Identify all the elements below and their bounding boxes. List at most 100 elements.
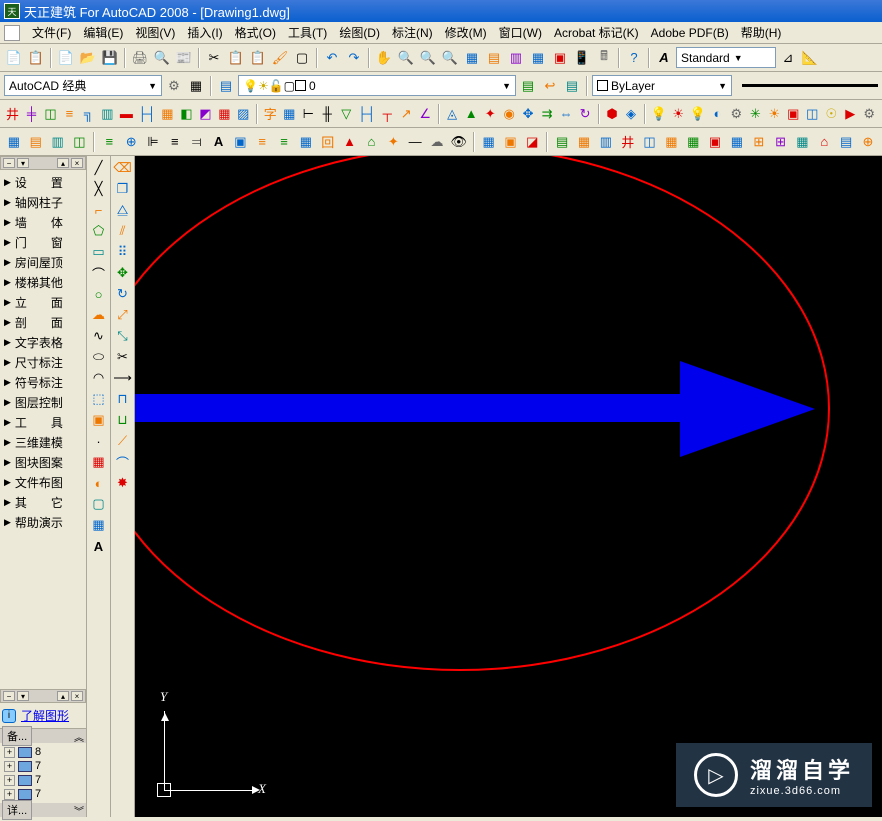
sun-icon[interactable]: ☀ [670, 104, 687, 124]
layer-state-icon[interactable]: ▤ [518, 76, 538, 96]
join-tool-icon[interactable]: ⊔ [113, 410, 133, 430]
polygon-tool-icon[interactable]: ⬠ [89, 221, 109, 241]
camera-icon[interactable]: ▣ [785, 104, 802, 124]
lib8-icon[interactable]: ▣ [705, 132, 725, 152]
sidebar-item-text[interactable]: ▶文字表格 [2, 332, 84, 352]
ellipse-arc-tool-icon[interactable]: ◠ [89, 368, 109, 388]
settings-icon[interactable]: ⚙ [861, 104, 878, 124]
rotate-icon[interactable]: ↻ [577, 104, 594, 124]
stairs-icon[interactable]: ▦ [159, 104, 176, 124]
render-icon[interactable]: ☀ [766, 104, 783, 124]
move-icon[interactable]: ✥ [520, 104, 537, 124]
frame-icon[interactable]: ▣ [230, 132, 250, 152]
dimcont-icon[interactable]: ╫ [319, 104, 336, 124]
dimv-icon[interactable]: ┬ [379, 104, 396, 124]
new-icon[interactable]: 📄 [56, 48, 76, 68]
lib1-icon[interactable]: ▤ [552, 132, 572, 152]
align-c-icon[interactable]: ≡ [165, 132, 185, 152]
sidebar-minimize-icon[interactable]: − [3, 158, 15, 168]
fillet-tool-icon[interactable]: ⌒ [113, 452, 133, 472]
dim-icon[interactable]: ├┤ [137, 104, 157, 124]
sidebar2-minimize-icon[interactable]: − [3, 691, 15, 701]
block-icon[interactable]: ▢ [292, 48, 312, 68]
zoom-rt-icon[interactable]: 🔍 [396, 48, 416, 68]
elev2-icon[interactable]: ⌂ [362, 132, 382, 152]
fly-icon[interactable]: ☉ [823, 104, 840, 124]
tool-palette-icon[interactable]: ▥ [506, 48, 526, 68]
layer-prev-icon[interactable]: ↩ [540, 76, 560, 96]
workspace-save-icon[interactable]: ▦ [186, 76, 206, 96]
menu-help[interactable]: 帮助(H) [735, 22, 788, 43]
quickcalc-icon[interactable]: 📱 [572, 48, 592, 68]
revcloud-tool-icon[interactable]: ☁ [89, 305, 109, 325]
xline-tool-icon[interactable]: ╳ [89, 179, 109, 199]
balcony-icon[interactable]: ◧ [178, 104, 195, 124]
column-icon[interactable]: ◫ [42, 104, 59, 124]
line-tool-icon[interactable]: ╱ [89, 158, 109, 178]
layout4-icon[interactable]: ◫ [70, 132, 90, 152]
circle-tool-icon[interactable]: ○ [89, 284, 109, 304]
properties-icon[interactable]: ▦ [462, 48, 482, 68]
section-icon[interactable]: ✦ [482, 104, 499, 124]
sidebar-item-elevation[interactable]: ▶立 面 [2, 292, 84, 312]
erase-tool-icon[interactable]: ⌫ [113, 158, 133, 178]
menu-view[interactable]: 视图(V) [129, 22, 181, 43]
zoom-win-icon[interactable]: 🔍 [418, 48, 438, 68]
preview-icon[interactable]: 🔍 [152, 48, 172, 68]
extend-tool-icon[interactable]: ⟶ [113, 368, 133, 388]
sidebar-item-3d[interactable]: ▶三维建模 [2, 432, 84, 452]
door-icon[interactable]: ╗ [80, 104, 97, 124]
spotlight-icon[interactable]: ◐ [709, 104, 726, 124]
pdf-icon[interactable]: 📄 [4, 48, 24, 68]
cloud-icon[interactable]: ☁ [427, 132, 447, 152]
menu-acrobat[interactable]: Acrobat 标记(K) [548, 22, 645, 43]
light-icon[interactable]: 💡 [650, 104, 668, 124]
ellipse-tool-icon[interactable]: ⬭ [89, 347, 109, 367]
line-icon[interactable]: — [405, 132, 425, 152]
explode-tool-icon[interactable]: ✸ [113, 473, 133, 493]
chamfer-tool-icon[interactable]: ⟋ [113, 431, 133, 451]
sidebar-item-file[interactable]: ▶文件布图 [2, 472, 84, 492]
backup-tab[interactable]: 备... [2, 726, 32, 746]
sidebar2-close-icon[interactable]: × [71, 691, 83, 701]
layer-props-icon[interactable]: ▤ [216, 76, 236, 96]
make-block-tool-icon[interactable]: ▣ [89, 410, 109, 430]
lib5-icon[interactable]: ◫ [640, 132, 660, 152]
hatch-icon[interactable]: ▨ [235, 104, 252, 124]
sidebar-item-settings[interactable]: ▶设 置 [2, 172, 84, 192]
scale-icon[interactable]: ▦ [296, 132, 316, 152]
hatch-tool-icon[interactable]: ▦ [89, 452, 109, 472]
menu-dimension[interactable]: 标注(N) [386, 22, 439, 43]
sidebar-item-dim[interactable]: ▶尺寸标注 [2, 352, 84, 372]
mirror-icon[interactable]: ⇔ [558, 104, 575, 124]
wall-icon[interactable]: ≡ [61, 104, 78, 124]
mirror-tool-icon[interactable]: ⧋ [113, 200, 133, 220]
dimstyle-icon[interactable]: 📐 [800, 48, 820, 68]
sidebar-item-section[interactable]: ▶剖 面 [2, 312, 84, 332]
align-l-icon[interactable]: ⊫ [143, 132, 163, 152]
sidebar-item-help[interactable]: ▶帮助演示 [2, 512, 84, 532]
copy-tz-icon[interactable]: ⇉ [539, 104, 556, 124]
menu-edit[interactable]: 编辑(E) [77, 22, 129, 43]
redo-icon[interactable]: ↷ [344, 48, 364, 68]
pline-tool-icon[interactable]: ⌐ [89, 200, 109, 220]
menu-file[interactable]: 文件(F) [26, 22, 77, 43]
scale2-icon[interactable]: 回 [318, 132, 338, 152]
offset-tool-icon[interactable]: ⫽ [113, 221, 133, 241]
lib4-icon[interactable]: 井 [618, 132, 638, 152]
sidebar-item-wall[interactable]: ▶墙 体 [2, 212, 84, 232]
gear-icon[interactable]: ⚙ [728, 104, 745, 124]
tree-item-8[interactable]: +8 [2, 745, 84, 759]
lib10-icon[interactable]: ⊞ [749, 132, 769, 152]
scroll-down-icon[interactable]: ︾ [74, 803, 84, 818]
paste-icon[interactable]: 📋 [248, 48, 268, 68]
dimh-icon[interactable]: ├┤ [357, 104, 377, 124]
menu-format[interactable]: 格式(O) [229, 22, 282, 43]
move-tool-icon[interactable]: ✥ [113, 263, 133, 283]
print-icon[interactable]: 🖨 [130, 48, 150, 68]
walk-icon[interactable]: ◫ [804, 104, 821, 124]
menu-draw[interactable]: 绘图(D) [333, 22, 386, 43]
menu-insert[interactable]: 插入(I) [181, 22, 228, 43]
sidebar-item-layer[interactable]: ▶图层控制 [2, 392, 84, 412]
text-a-icon[interactable]: A [209, 132, 229, 152]
